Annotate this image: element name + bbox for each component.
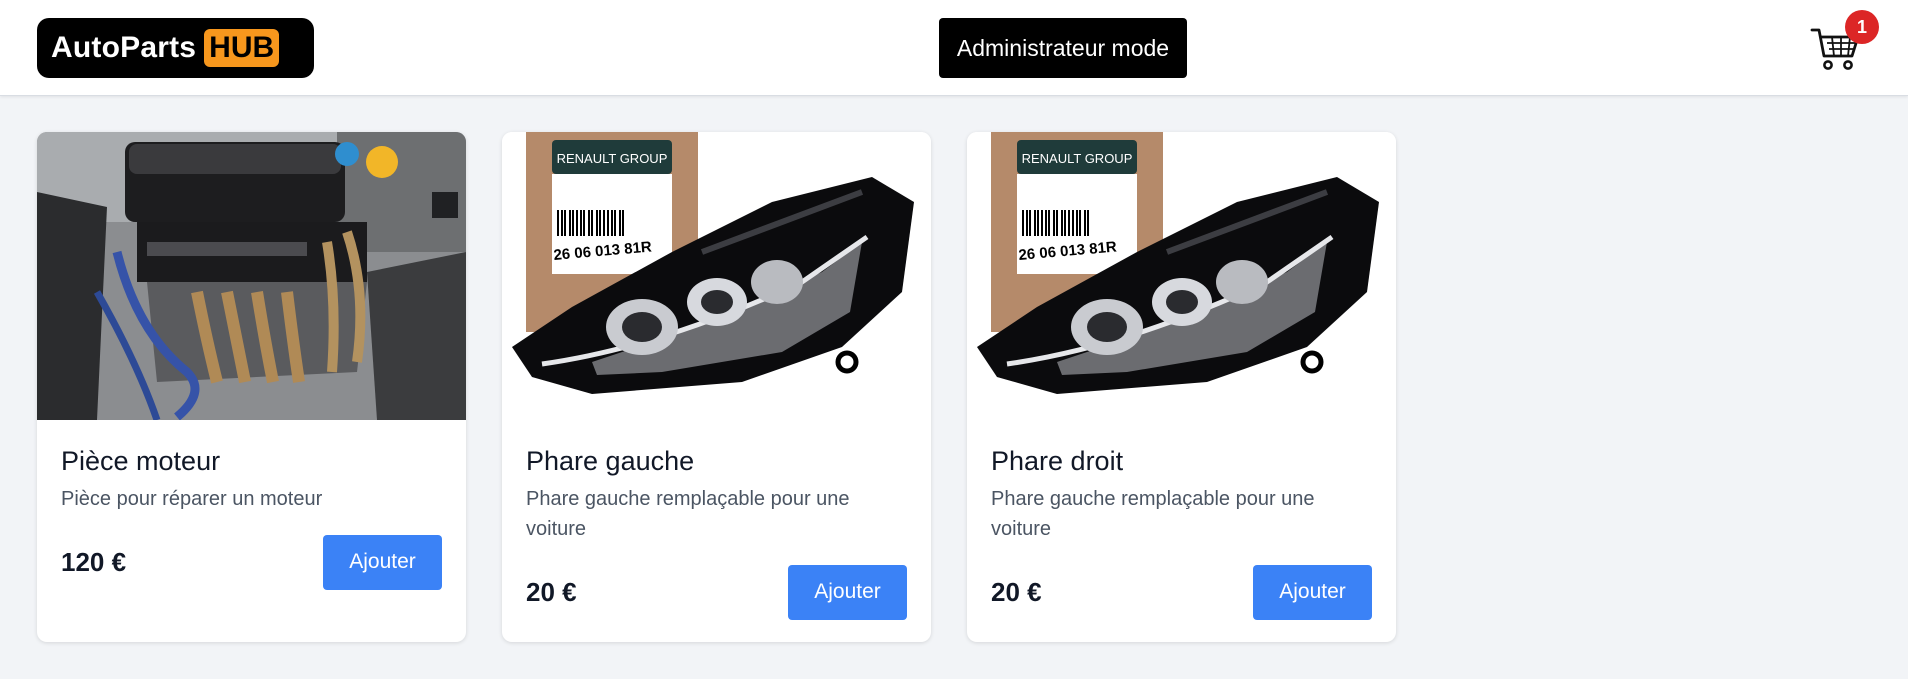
product-card: Pièce moteur Pièce pour réparer un moteu… <box>37 132 466 642</box>
product-description: Phare gauche remplaçable pour une voitur… <box>526 488 850 540</box>
add-to-cart-button[interactable]: Ajouter <box>1253 564 1372 620</box>
product-description: Phare gauche remplaçable pour une voitur… <box>991 488 1315 540</box>
product-title: Pièce moteur <box>61 446 221 476</box>
add-to-cart-button[interactable]: Ajouter <box>323 534 442 590</box>
card-body: Phare droit Phare gauche remplaçable pou… <box>991 444 1372 544</box>
cart-count-badge: 1 <box>1845 10 1879 44</box>
product-description: Pièce pour réparer un moteur <box>61 488 323 510</box>
cart-button[interactable]: 1 <box>1810 10 1880 78</box>
brand-label: RENAULT GROUP <box>557 151 668 166</box>
headlight-image: RENAULT GROUP 26 06 013 81R <box>502 132 931 420</box>
product-price: 120 € <box>61 546 127 577</box>
product-card: RENAULT GROUP 26 06 013 81R Phare droit … <box>967 132 1396 642</box>
product-card: RENAULT GROUP 26 06 013 81R Phare gauche… <box>502 132 931 642</box>
add-to-cart-button[interactable]: Ajouter <box>788 564 907 620</box>
top-navbar: AutoParts HUB Administrateur mode 1 <box>0 0 1908 96</box>
product-price: 20 € <box>526 576 577 607</box>
logo-text: AutoParts <box>51 31 197 64</box>
logo-badge: HUB <box>204 29 280 67</box>
engine-image <box>37 132 466 420</box>
brand-label: RENAULT GROUP <box>1022 151 1133 166</box>
headlight-image: RENAULT GROUP 26 06 013 81R <box>967 132 1396 420</box>
product-title: Phare droit <box>991 446 1124 476</box>
autoparts-hub-logo[interactable]: AutoParts HUB <box>37 18 314 78</box>
admin-mode-button[interactable]: Administrateur mode <box>939 18 1187 78</box>
card-body: Phare gauche Phare gauche remplaçable po… <box>526 444 907 544</box>
card-body: Pièce moteur Pièce pour réparer un moteu… <box>61 444 442 514</box>
card-footer: 120 € Ajouter <box>61 534 442 590</box>
product-price: 20 € <box>991 576 1042 607</box>
card-footer: 20 € Ajouter <box>991 564 1372 620</box>
product-title: Phare gauche <box>526 446 695 476</box>
card-footer: 20 € Ajouter <box>526 564 907 620</box>
